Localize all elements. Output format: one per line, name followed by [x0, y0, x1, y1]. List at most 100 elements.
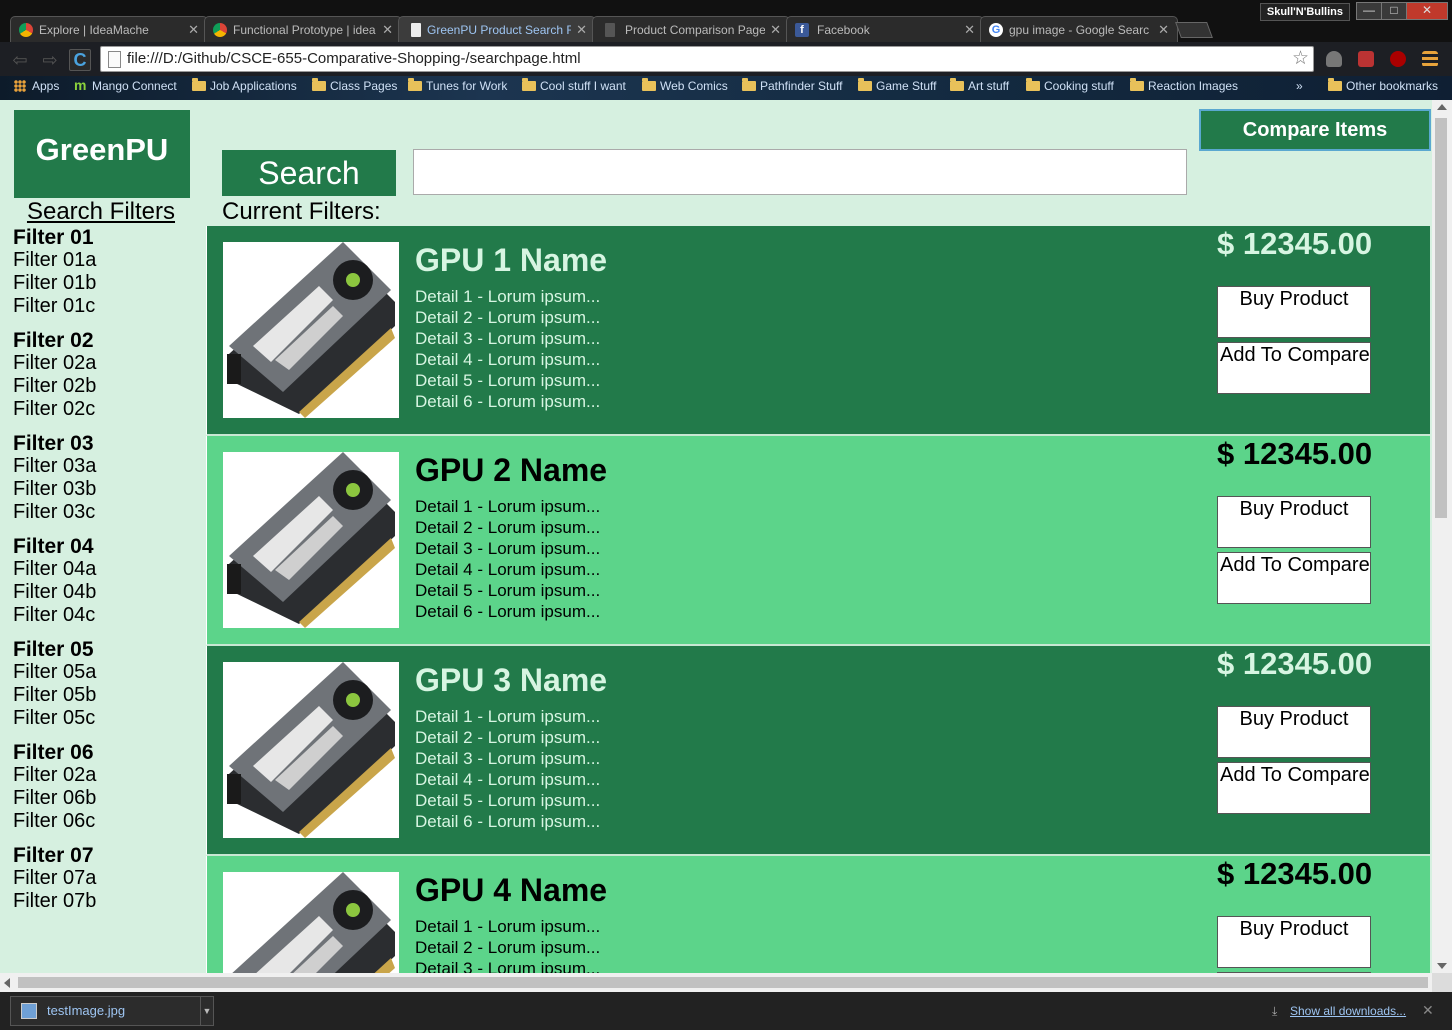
product-detail: Detail 2 - Lorum ipsum...	[415, 308, 601, 327]
search-input[interactable]	[413, 149, 1187, 195]
scroll-down-arrow-icon[interactable]	[1437, 963, 1447, 969]
bookmark-mango-connect[interactable]: m Mango Connect	[74, 76, 177, 100]
filter-option[interactable]: Filter 02c	[13, 398, 198, 421]
add-to-compare-button[interactable]: Add To Compare	[1217, 762, 1371, 814]
show-all-downloads-link[interactable]: Show all downloads...	[1290, 1004, 1406, 1018]
maximize-button[interactable]: □	[1381, 2, 1407, 20]
bookmark-star-icon[interactable]: ☆	[1292, 47, 1309, 71]
site-logo[interactable]: GreenPU	[14, 110, 190, 198]
filter-option[interactable]: Filter 05b	[13, 684, 198, 707]
current-filters-label: Current Filters:	[222, 198, 381, 225]
folder-icon	[192, 78, 206, 91]
menu-icon[interactable]	[1422, 51, 1438, 67]
close-tab-icon[interactable]: ✕	[770, 17, 781, 42]
tab-greenpu-search[interactable]: GreenPU Product Search F ✕	[398, 16, 596, 42]
bookmark-art-stuff[interactable]: Art stuff	[950, 76, 1009, 100]
search-button[interactable]: Search	[222, 150, 396, 196]
product-name[interactable]: GPU 2 Name	[415, 452, 607, 489]
add-to-compare-button[interactable]: Add To Compare	[1217, 552, 1371, 604]
filter-option[interactable]: Filter 04b	[13, 581, 198, 604]
scroll-up-arrow-icon[interactable]	[1437, 104, 1447, 110]
bookmark-pathfinder-stuff[interactable]: Pathfinder Stuff	[742, 76, 843, 100]
new-tab-button[interactable]	[1175, 22, 1213, 38]
url-text[interactable]: file:///D:/Github/CSCE-655-Comparative-S…	[127, 47, 581, 71]
filter-option[interactable]: Filter 01a	[13, 249, 198, 272]
bookmark-cool-stuff[interactable]: Cool stuff I want	[522, 76, 626, 100]
scroll-left-arrow-icon[interactable]	[4, 978, 10, 988]
compare-items-button[interactable]: Compare Items	[1199, 109, 1431, 151]
bookmark-class-pages[interactable]: Class Pages	[312, 76, 397, 100]
filter-option[interactable]: Filter 02a	[13, 764, 198, 787]
gpu-product-image[interactable]	[223, 242, 399, 418]
bookmark-game-stuff[interactable]: Game Stuff	[858, 76, 936, 100]
folder-icon	[408, 78, 422, 91]
reload-icon[interactable]: C	[69, 49, 91, 71]
tab-google-search[interactable]: G gpu image - Google Searc ✕	[980, 16, 1178, 42]
gpu-product-image[interactable]	[223, 452, 399, 628]
bookmark-cooking-stuff[interactable]: Cooking stuff	[1026, 76, 1114, 100]
buy-product-button[interactable]: Buy Product	[1217, 496, 1371, 548]
filter-option[interactable]: Filter 07a	[13, 867, 198, 890]
download-file-name[interactable]: testImage.jpg	[47, 997, 125, 1025]
close-window-button[interactable]: ✕	[1406, 2, 1448, 20]
bookmark-job-applications[interactable]: Job Applications	[192, 76, 297, 100]
bookmark-web-comics[interactable]: Web Comics	[642, 76, 728, 100]
download-item[interactable]: testImage.jpg ▼	[10, 996, 214, 1026]
close-tab-icon[interactable]: ✕	[964, 17, 975, 42]
horizontal-scrollbar[interactable]	[0, 973, 1432, 992]
filter-option[interactable]: Filter 02b	[13, 375, 198, 398]
filter-option[interactable]: Filter 01c	[13, 295, 198, 318]
tab-facebook[interactable]: f Facebook ✕	[786, 16, 984, 42]
product-name[interactable]: GPU 4 Name	[415, 872, 607, 909]
filter-option[interactable]: Filter 05a	[13, 661, 198, 684]
product-name[interactable]: GPU 3 Name	[415, 662, 607, 699]
address-bar[interactable]: file:///D:/Github/CSCE-655-Comparative-S…	[100, 46, 1314, 72]
tab-explore-ideamache[interactable]: Explore | IdeaMache ✕	[10, 16, 208, 42]
add-to-compare-button[interactable]: Add To Compare	[1217, 342, 1371, 394]
vertical-scroll-thumb[interactable]	[1435, 118, 1447, 518]
filter-group-title: Filter 05	[13, 638, 94, 661]
filter-option[interactable]: Filter 03c	[13, 501, 198, 524]
buy-product-button[interactable]: Buy Product	[1217, 706, 1371, 758]
forward-icon[interactable]: ⇨	[40, 50, 60, 70]
download-icon: ⤓	[1272, 1004, 1278, 1018]
product-name[interactable]: GPU 1 Name	[415, 242, 607, 279]
minimize-button[interactable]: —	[1356, 2, 1382, 20]
vertical-scrollbar[interactable]	[1432, 100, 1452, 973]
extension-icon[interactable]	[1358, 51, 1374, 67]
other-bookmarks[interactable]: Other bookmarks	[1328, 76, 1438, 100]
tab-product-comparison[interactable]: Product Comparison Page ✕	[592, 16, 790, 42]
filter-option[interactable]: Filter 06c	[13, 810, 198, 833]
bookmark-apps[interactable]: Apps	[14, 76, 59, 100]
add-to-compare-label: Add To Compare	[1220, 764, 1370, 786]
gpu-product-image[interactable]	[223, 872, 399, 973]
gpu-product-image[interactable]	[223, 662, 399, 838]
tab-functional-prototype[interactable]: Functional Prototype | idea ✕	[204, 16, 402, 42]
filter-option[interactable]: Filter 05c	[13, 707, 198, 730]
bookmarks-overflow-icon[interactable]: »	[1296, 76, 1303, 100]
filter-group: Filter 02 Filter 02a Filter 02b Filter 0…	[13, 329, 198, 421]
ghost-extension-icon[interactable]	[1326, 51, 1342, 67]
bookmark-tunes-for-work[interactable]: Tunes for Work	[408, 76, 507, 100]
ublock-icon[interactable]	[1390, 51, 1406, 67]
filter-option[interactable]: Filter 06b	[13, 787, 198, 810]
close-tab-icon[interactable]: ✕	[1158, 17, 1169, 42]
download-menu-arrow-icon[interactable]: ▼	[200, 997, 213, 1025]
close-tab-icon[interactable]: ✕	[188, 17, 199, 42]
horizontal-scroll-thumb[interactable]	[18, 977, 1428, 988]
filter-option[interactable]: Filter 04a	[13, 558, 198, 581]
bookmark-reaction-images[interactable]: Reaction Images	[1130, 76, 1238, 100]
profile-button[interactable]: Skull'N'Bullins	[1259, 3, 1350, 21]
back-icon[interactable]: ⇦	[10, 50, 30, 70]
close-download-shelf-icon[interactable]: ✕	[1422, 1002, 1434, 1019]
filter-option[interactable]: Filter 01b	[13, 272, 198, 295]
filter-option[interactable]: Filter 03b	[13, 478, 198, 501]
buy-product-button[interactable]: Buy Product	[1217, 286, 1371, 338]
buy-product-button[interactable]: Buy Product	[1217, 916, 1371, 968]
filter-option[interactable]: Filter 04c	[13, 604, 198, 627]
filter-option[interactable]: Filter 07b	[13, 890, 198, 913]
close-tab-icon[interactable]: ✕	[576, 17, 587, 42]
filter-option[interactable]: Filter 03a	[13, 455, 198, 478]
close-tab-icon[interactable]: ✕	[382, 17, 393, 42]
filter-option[interactable]: Filter 02a	[13, 352, 198, 375]
